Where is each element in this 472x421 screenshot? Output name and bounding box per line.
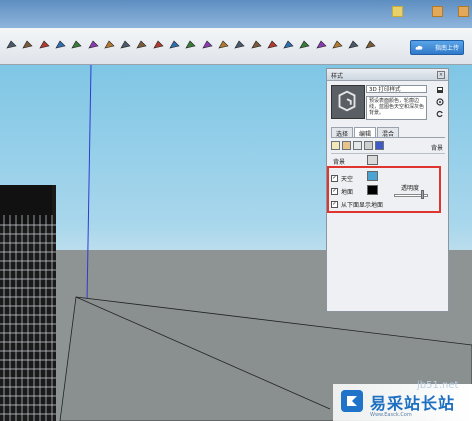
scale-icon[interactable]	[234, 39, 245, 50]
background-color-swatch[interactable]	[367, 155, 378, 165]
dimension-icon[interactable]	[316, 39, 327, 50]
axes-icon[interactable]	[332, 39, 343, 50]
follow-me-icon[interactable]	[218, 39, 229, 50]
move-icon[interactable]	[250, 39, 262, 50]
tape-icon[interactable]	[267, 39, 278, 50]
modeling-settings-icon[interactable]	[375, 141, 384, 150]
style-name-field[interactable]: 3D 打印样式	[366, 85, 427, 93]
style-description-field[interactable]: 预设表面颜色，轮廓边线，蓝图色天空和深灰色背景。	[366, 96, 427, 120]
update-style-icon[interactable]	[436, 98, 444, 106]
tab-select[interactable]: 选择	[331, 127, 354, 138]
ruby-icon[interactable]	[364, 39, 376, 50]
push-pull-icon[interactable]	[201, 39, 213, 50]
window-button[interactable]	[458, 6, 469, 17]
offset-icon[interactable]	[169, 39, 180, 50]
polygon-icon[interactable]	[153, 39, 164, 50]
paint-icon[interactable]	[55, 39, 66, 50]
background-settings-icon[interactable]	[353, 141, 362, 150]
site-watermark: jb51.net 易采站长站 Www.Easck.Com	[333, 380, 472, 421]
rectangle-icon[interactable]	[120, 39, 131, 50]
sketchup-style-icon	[338, 90, 356, 112]
section-icon[interactable]	[348, 39, 359, 50]
circle-icon[interactable]	[136, 39, 147, 50]
section-label: 背景	[431, 145, 444, 152]
tab-divider	[331, 137, 445, 138]
eraser-icon[interactable]	[38, 39, 50, 50]
style-thumbnail	[331, 85, 365, 119]
main-toolbar	[0, 28, 472, 65]
text-icon[interactable]	[299, 39, 310, 50]
pencil-icon[interactable]	[104, 39, 115, 50]
protractor-icon[interactable]	[283, 39, 294, 50]
annotation-highlight-box	[327, 166, 441, 213]
tab-mix[interactable]: 混合	[377, 127, 400, 138]
window-title-bar	[0, 0, 472, 28]
close-icon[interactable]: ×	[437, 71, 445, 79]
arc-icon[interactable]	[87, 39, 99, 50]
save-style-icon[interactable]	[436, 86, 444, 94]
upload-button-label: 指南上传	[434, 45, 459, 52]
tray-title: 样式	[331, 73, 344, 80]
line-icon[interactable]	[71, 39, 82, 50]
material-tool-icon[interactable]	[22, 39, 33, 50]
layer-tool-icon[interactable]	[6, 39, 17, 50]
background-label: 背景	[333, 159, 346, 166]
rotate-icon[interactable]	[185, 39, 196, 50]
tray-header: 样式 ×	[327, 69, 448, 81]
cloud-upload-icon	[415, 45, 423, 50]
watermark-brand: 易采站长站	[370, 394, 456, 413]
watermark-settings-icon[interactable]	[364, 141, 373, 150]
window-button[interactable]	[432, 6, 443, 17]
style-tabs: 选择 编辑 混合	[331, 127, 400, 138]
window-button[interactable]	[392, 6, 403, 17]
refresh-icon[interactable]	[436, 110, 444, 118]
site-logo-icon	[341, 390, 363, 412]
watermark-url: Www.Easck.Com	[370, 412, 412, 418]
face-settings-icon[interactable]	[342, 141, 351, 150]
divider	[331, 153, 445, 154]
upload-button[interactable]: 指南上传	[410, 40, 464, 55]
edge-settings-icon[interactable]	[331, 141, 340, 150]
tab-edit[interactable]: 编辑	[354, 127, 377, 138]
